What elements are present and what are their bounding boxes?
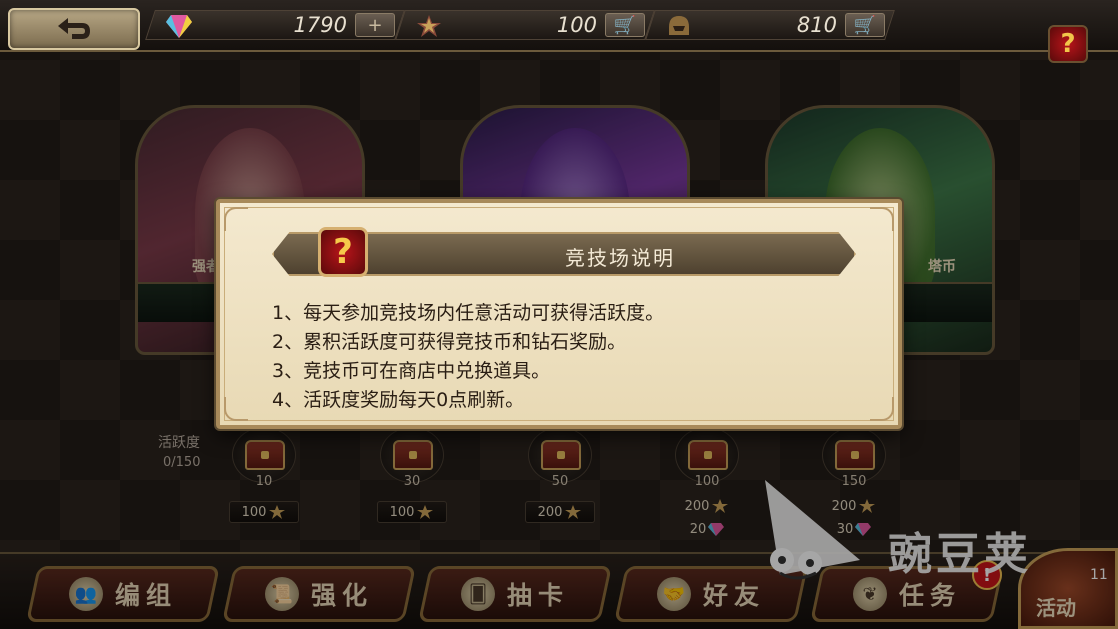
ornament-corner [224,397,248,421]
dialog-title: 竞技场说明 [565,246,675,270]
rule-item: 3、竞技币可在商店中兑换道具。 [272,360,551,382]
resource-guild-coin: 810 🛒 [645,10,895,40]
rule-item: 1、每天参加竞技场内任意活动可获得活跃度。 [272,302,665,324]
crossed-swords-coin-icon [417,15,441,37]
resource-arena-coin: 100 🛒 [395,10,655,40]
cart-icon[interactable]: 🛒 [605,13,645,37]
helmet-coin-icon [669,16,689,35]
ornament-corner [870,397,894,421]
ornament-corner [870,207,894,231]
arena-rules-dialog: ? 竞技场说明 1、每天参加竞技场内任意活动可获得活跃度。 2、累积活跃度可获得… [216,199,902,429]
resource-value: 810 [796,13,837,37]
rules-list: 1、每天参加竞技场内任意活动可获得活跃度。 2、累积活跃度可获得竞技币和钻石奖励… [272,299,664,415]
back-arrow-icon [58,18,90,39]
resource-diamond: 1790 + [145,10,405,40]
question-mark-icon: ? [318,227,368,277]
ornament-corner [224,207,248,231]
rule-item: 4、活跃度奖励每天0点刷新。 [272,389,525,411]
gem-icon [166,15,192,38]
plus-icon[interactable]: + [355,13,395,37]
resource-value: 1790 [293,13,347,37]
resource-value: 100 [556,13,597,37]
help-button[interactable]: ? [1048,25,1088,63]
cart-icon[interactable]: 🛒 [845,13,885,37]
back-button[interactable] [8,8,140,50]
rule-item: 2、累积活跃度可获得竞技币和钻石奖励。 [272,331,627,353]
